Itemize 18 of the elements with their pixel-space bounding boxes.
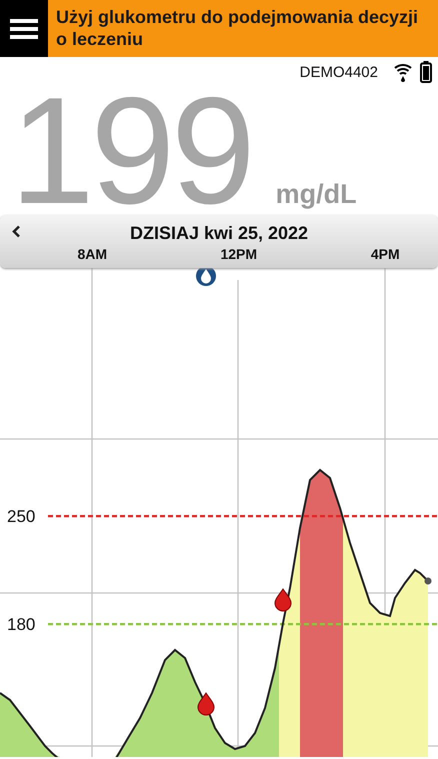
glucose-value: 199 [10,87,252,215]
time-label: 8AM [77,246,108,263]
time-label: 12PM [220,246,258,263]
threshold-label: 180 [7,615,36,634]
water-drop-icon[interactable] [196,268,216,286]
device-id: DEMO4402 [300,64,378,80]
battery-icon [420,61,432,83]
trace-end-icon [424,578,432,584]
menu-icon [10,18,38,40]
blood-drop-icon[interactable] [274,588,292,612]
glucose-unit: mg/dL [276,179,357,210]
threshold-label: 250 [7,507,36,526]
blood-drop-icon[interactable] [198,692,214,716]
chevron-left-icon [12,224,20,238]
wifi-icon [394,61,412,83]
header-message: Użyj glukometru do podejmowania decyzji o leczeniu [48,0,438,57]
time-label: 4PM [370,246,400,263]
date-title: DZISIAJ kwi 25, 2022 [130,222,308,243]
